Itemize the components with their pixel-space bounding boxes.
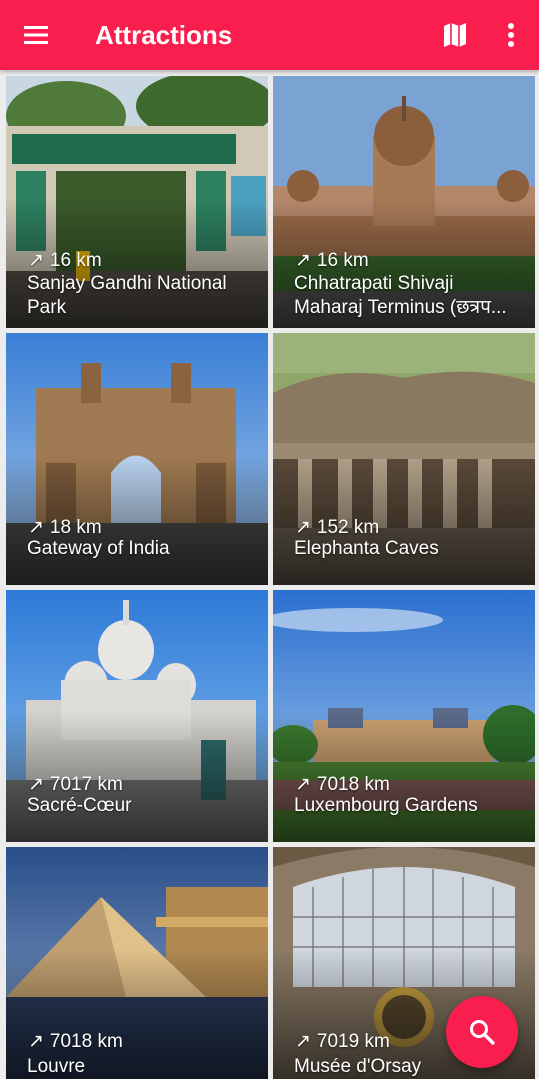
attraction-card[interactable]: ↗ 7018 km Louvre (6, 847, 268, 1079)
direction-arrow-icon: ↗ (28, 250, 44, 271)
direction-arrow-icon: ↗ (28, 1031, 44, 1052)
distance-label: ↗ 152 km (295, 516, 379, 539)
direction-arrow-icon: ↗ (295, 1031, 311, 1052)
attraction-name: Luxembourg Gardens (294, 795, 478, 816)
distance-value: 152 km (316, 517, 380, 538)
search-fab-button[interactable] (446, 996, 518, 1068)
menu-button[interactable] (22, 22, 50, 48)
attraction-card[interactable]: ↗ 16 km Sanjay Gandhi National Park (6, 76, 268, 328)
search-icon (470, 1020, 495, 1045)
more-vert-icon (508, 23, 514, 47)
distance-label: ↗ 7017 km (28, 773, 123, 796)
page-title: Attractions (95, 20, 233, 50)
app-bar: Attractions (0, 0, 539, 70)
attraction-name: Sacré-Cœur (27, 795, 132, 816)
distance-value: 18 km (49, 517, 102, 538)
distance-value: 16 km (316, 250, 369, 271)
attraction-name: Chhatrapati Shivaji Maharaj Terminus (छत… (294, 273, 507, 318)
map-icon (444, 23, 466, 47)
attraction-card[interactable]: ↗ 16 km Chhatrapati Shivaji Maharaj Termi… (273, 76, 535, 328)
direction-arrow-icon: ↗ (28, 517, 44, 538)
attraction-name: Louvre (27, 1056, 86, 1077)
distance-value: 7018 km (316, 774, 390, 795)
distance-value: 16 km (49, 250, 102, 271)
distance-label: ↗ 7018 km (295, 773, 390, 796)
direction-arrow-icon: ↗ (295, 774, 311, 795)
distance-label: ↗ 7019 km (295, 1030, 390, 1053)
distance-value: 7017 km (49, 774, 123, 795)
distance-label: ↗ 18 km (28, 516, 102, 539)
attraction-name: Elephanta Caves (294, 538, 439, 559)
distance-label: ↗ 7018 km (28, 1030, 123, 1053)
map-button[interactable] (440, 20, 470, 50)
distance-label: ↗ 16 km (295, 249, 369, 272)
attraction-card[interactable]: ↗ 7017 km Sacré-Cœur (6, 590, 268, 842)
attraction-name: Gateway of India (27, 538, 170, 559)
distance-value: 7019 km (316, 1031, 390, 1052)
direction-arrow-icon: ↗ (28, 774, 44, 795)
attraction-name: Sanjay Gandhi National Park (27, 273, 227, 318)
distance-label: ↗ 16 km (28, 249, 102, 272)
distance-value: 7018 km (49, 1031, 123, 1052)
attraction-card[interactable]: ↗ 18 km Gateway of India (6, 333, 268, 585)
attraction-card[interactable]: ↗ 7018 km Luxembourg Gardens (273, 590, 535, 842)
attraction-card[interactable]: ↗ 152 km Elephanta Caves (273, 333, 535, 585)
more-options-button[interactable] (498, 20, 524, 50)
menu-icon (24, 26, 48, 44)
direction-arrow-icon: ↗ (295, 250, 311, 271)
direction-arrow-icon: ↗ (295, 517, 311, 538)
